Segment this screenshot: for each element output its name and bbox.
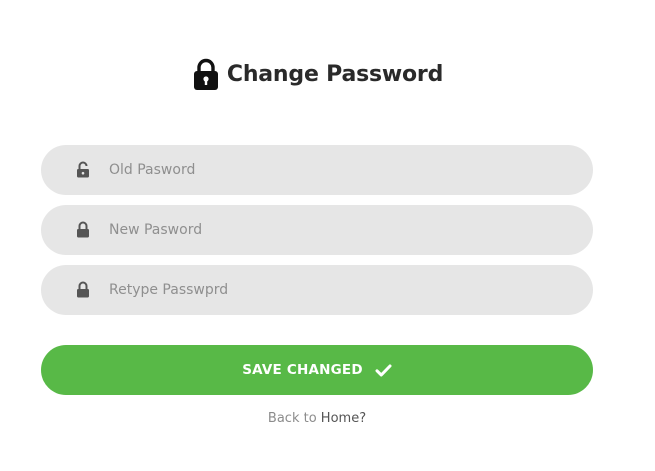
lock-icon	[193, 58, 218, 90]
page-title: Change Password	[226, 62, 444, 87]
page-header: Change Password	[0, 58, 636, 91]
save-changed-button[interactable]: SAVE CHANGED	[41, 345, 593, 395]
new-password-input[interactable]	[109, 205, 569, 255]
new-password-field[interactable]	[41, 205, 593, 255]
old-password-field[interactable]	[41, 145, 593, 195]
unlock-icon	[77, 161, 89, 178]
back-to-home: Back to Home?	[0, 411, 634, 426]
lock-icon	[77, 281, 89, 298]
retype-password-input[interactable]	[109, 265, 569, 315]
retype-password-field[interactable]	[41, 265, 593, 315]
save-button-label: SAVE CHANGED	[242, 362, 363, 378]
home-link[interactable]: Home?	[321, 411, 366, 426]
lock-icon	[77, 221, 89, 238]
checkmark-icon	[375, 364, 392, 376]
back-to-prefix: Back to	[267, 411, 317, 426]
old-password-input[interactable]	[109, 145, 569, 195]
